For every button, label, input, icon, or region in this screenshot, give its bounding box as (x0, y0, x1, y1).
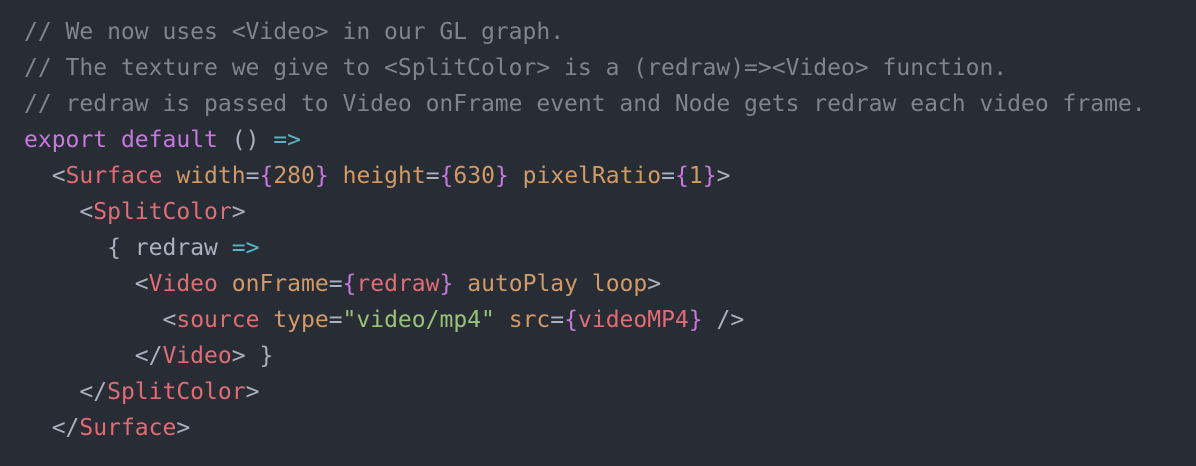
code-line[interactable]: </SplitColor> (24, 374, 1196, 410)
code-token-comment: // The texture we give to <SplitColor> i… (24, 55, 1008, 81)
code-line[interactable]: <Surface width={280} height={630} pixelR… (24, 158, 1196, 194)
code-line[interactable]: // We now uses <Video> in our GL graph. (24, 14, 1196, 50)
code-token-string: "video/mp4" (342, 307, 495, 333)
code-token-punct: = (425, 163, 440, 189)
code-token-comment: // redraw is passed to Video onFrame eve… (24, 91, 1146, 117)
code-token-punct: = (245, 163, 260, 189)
code-token-attr: autoPlay (467, 271, 578, 297)
code-token-tag: Surface (79, 415, 177, 441)
code-token-tag: SplitColor (93, 199, 232, 225)
code-token-arrow: => (231, 235, 260, 261)
code-token-tag-bracket: /> (716, 307, 745, 333)
code-token-plain: redraw (120, 235, 232, 261)
code-token-brace: } (494, 163, 509, 189)
code-token-brace: { (675, 163, 689, 189)
code-token-punct: { (107, 235, 121, 261)
code-token-attr: onFrame (231, 271, 329, 297)
code-token-punct: = (328, 307, 343, 333)
code-token-tag: source (176, 307, 260, 333)
code-line[interactable]: </Video> } (24, 338, 1196, 374)
code-token-keyword: export (24, 127, 108, 153)
code-token-tag-bracket: < (79, 199, 94, 225)
code-token-tag-bracket: </ (79, 379, 108, 405)
code-token-tag: SplitColor (107, 379, 246, 405)
code-token-arrow: => (273, 127, 301, 153)
code-token-brace: { (564, 307, 578, 333)
code-token-attr: type (273, 307, 329, 333)
code-token-number: 280 (273, 163, 315, 189)
code-token-tag: Video (148, 271, 218, 297)
code-token-comment: // We now uses <Video> in our GL graph. (24, 19, 565, 45)
code-token-brace: } (702, 163, 717, 189)
code-token-tag-bracket: < (51, 163, 66, 189)
code-token-tag-bracket: > (245, 379, 260, 405)
code-line[interactable]: // The texture we give to <SplitColor> i… (24, 50, 1196, 86)
code-token-tag-bracket: < (162, 307, 177, 333)
code-token-var: redraw (356, 271, 440, 297)
code-token-tag: Video (162, 343, 232, 369)
code-token-tag-bracket: </ (51, 415, 80, 441)
code-token-attr: height (342, 163, 426, 189)
code-token-brace: } (439, 271, 454, 297)
code-token-attr: pixelRatio (522, 163, 662, 189)
code-token-tag-bracket: < (134, 271, 149, 297)
code-token-brace: { (342, 271, 357, 297)
code-line[interactable]: <source type="video/mp4" src={videoMP4} … (24, 302, 1196, 338)
code-line[interactable]: // redraw is passed to Video onFrame eve… (24, 86, 1196, 122)
code-token-brace: } (688, 307, 703, 333)
code-line[interactable]: <Video onFrame={redraw} autoPlay loop> (24, 266, 1196, 302)
code-token-attr: src (508, 307, 551, 333)
code-token-keyword: default (120, 127, 218, 153)
code-token-tag-bracket: > (231, 199, 246, 225)
code-token-tag-bracket: > (176, 415, 191, 441)
code-token-brace: } (314, 163, 329, 189)
code-token-tag-bracket: </ (134, 343, 163, 369)
code-token-tag-bracket: > (231, 343, 246, 369)
code-line[interactable]: <SplitColor> (24, 194, 1196, 230)
code-token-var: videoMP4 (578, 307, 689, 333)
code-token-punct: = (328, 271, 343, 297)
code-token-number: 630 (453, 163, 495, 189)
code-token-tag-bracket: > (647, 271, 662, 297)
code-line[interactable]: export default () => (24, 122, 1196, 158)
code-line[interactable]: { redraw => (24, 230, 1196, 266)
code-token-brace: { (259, 163, 274, 189)
code-token-punct: = (661, 163, 676, 189)
code-token-brace: { (439, 163, 454, 189)
code-token-tag: Surface (65, 163, 163, 189)
code-token-tag-bracket: > (716, 163, 731, 189)
code-token-attr: loop (591, 271, 648, 297)
code-editor[interactable]: // We now uses <Video> in our GL graph. /… (0, 0, 1196, 466)
code-token-number: 1 (688, 163, 703, 189)
code-line[interactable]: </Surface> (24, 410, 1196, 446)
code-token-attr: width (176, 163, 246, 189)
code-token-punct: } (259, 343, 274, 369)
code-token-plain: () (217, 127, 274, 153)
code-token-punct: = (550, 307, 565, 333)
